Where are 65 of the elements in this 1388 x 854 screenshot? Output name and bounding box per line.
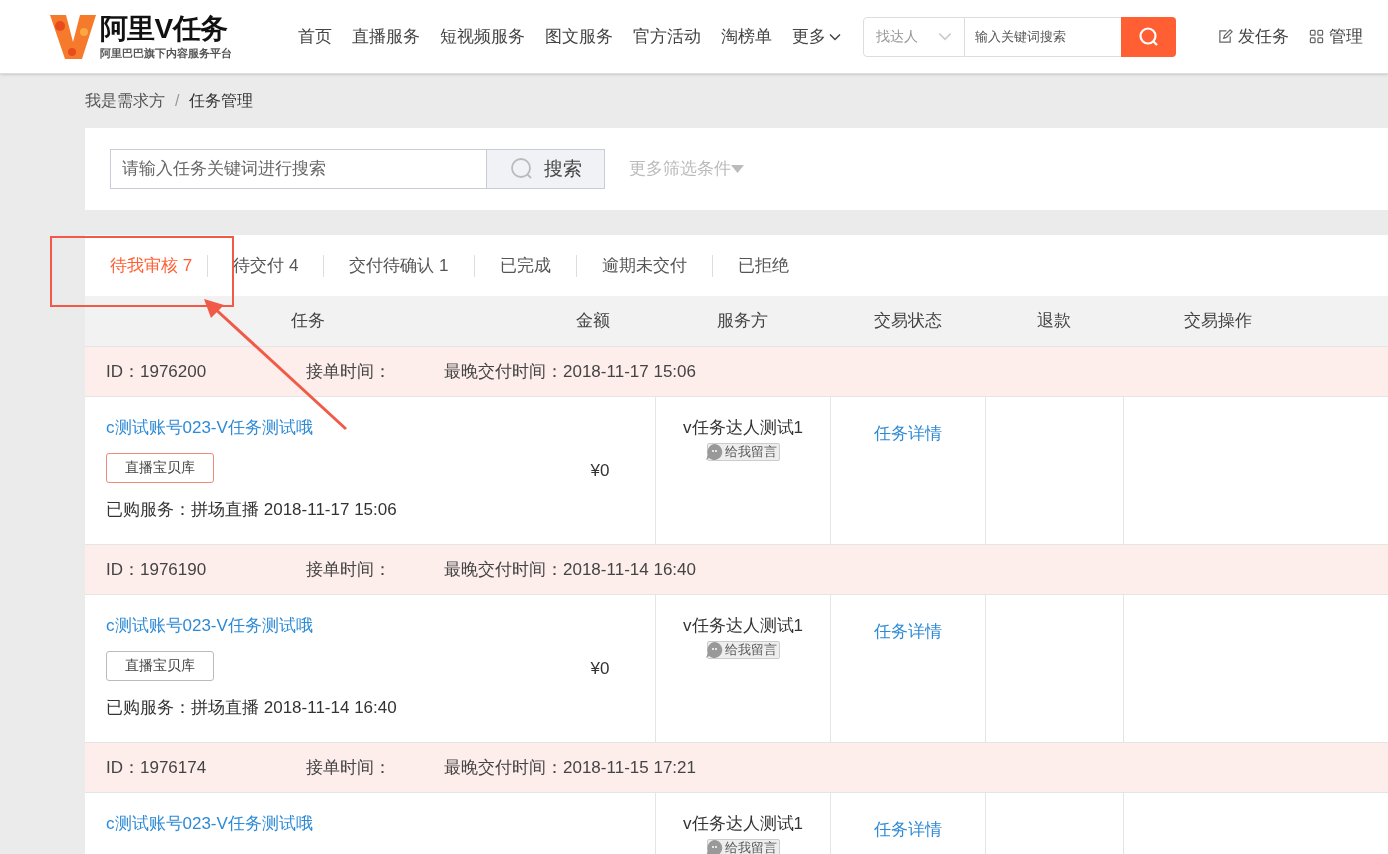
order-id: ID：1976200	[106, 360, 208, 383]
column-header: 任务	[289, 310, 326, 333]
accept-time: 接单时间：	[306, 756, 392, 779]
leave-message-button[interactable]: 给我留言	[706, 442, 780, 461]
chat-bubble-icon	[704, 640, 725, 659]
provider-name: v任务达人测试1	[683, 813, 803, 835]
amount: ¥0	[590, 459, 610, 482]
column-header: 交易状态	[872, 310, 943, 333]
logo-title: 阿里V任务	[100, 12, 229, 45]
search-button[interactable]	[1121, 16, 1176, 57]
provider-name: v任务达人测试1	[683, 615, 803, 637]
breadcrumb-link[interactable]: 我是需求方	[85, 89, 165, 113]
nav-link[interactable]: 首页	[298, 23, 332, 50]
breadcrumb-separator: /	[175, 91, 180, 111]
leave-message-button[interactable]: 给我留言	[706, 640, 780, 659]
task-details-link[interactable]: 任务详情	[874, 817, 942, 843]
amount: ¥0	[590, 657, 610, 680]
column-header: 服务方	[716, 310, 769, 333]
accept-time: 接单时间：	[306, 558, 392, 581]
nav-link[interactable]: 淘榜单	[721, 23, 772, 50]
task-details-link[interactable]: 任务详情	[874, 421, 942, 447]
status-tab[interactable]: 逾期未交付	[576, 252, 712, 279]
column-header: 退款	[1036, 310, 1072, 333]
keyword-search-field[interactable]: 输入关键词搜索	[965, 16, 1121, 57]
accept-time: 接单时间：	[306, 360, 392, 383]
task-search-button[interactable]: 搜索	[487, 149, 605, 189]
task-search-field[interactable]: 请输入任务关键词进行搜索	[110, 149, 487, 189]
header-action-link[interactable]: 管理	[1309, 23, 1363, 50]
provider-name: v任务达人测试1	[683, 417, 803, 439]
task-title-link[interactable]: c测试账号023-V任务测试哦	[106, 415, 545, 441]
header-action-link[interactable]: 发任务	[1218, 23, 1289, 50]
purchased-service: 已购服务：拼场直播 2018-11-14 16:40	[106, 696, 398, 719]
delivery-deadline: 最晚交付时间：2018-11-14 16:40	[444, 558, 696, 581]
task-details-link[interactable]: 任务详情	[874, 619, 942, 645]
status-tab[interactable]: 已拒绝	[712, 252, 814, 279]
grid-icon	[1309, 29, 1324, 44]
nav-link[interactable]: 短视频服务	[440, 23, 525, 50]
task-title-link[interactable]: c测试账号023-V任务测试哦	[106, 811, 545, 837]
task-title-link[interactable]: c测试账号023-V任务测试哦	[106, 613, 545, 639]
chat-bubble-icon	[704, 442, 725, 461]
service-tag: 直播宝贝库	[106, 452, 214, 483]
purchased-service: 已购服务：拼场直播 2018-11-17 15:06	[106, 498, 398, 521]
delivery-deadline: 最晚交付时间：2018-11-15 17:21	[444, 756, 696, 779]
delivery-deadline: 最晚交付时间：2018-11-17 15:06	[444, 360, 696, 383]
chevron-down-icon	[829, 32, 841, 41]
status-tab[interactable]: 待交付 4	[208, 252, 324, 279]
chevron-down-icon	[938, 32, 952, 41]
leave-message-button[interactable]: 给我留言	[706, 838, 780, 854]
nav-link[interactable]: 直播服务	[352, 23, 420, 50]
search-icon	[509, 157, 534, 181]
triangle-down-icon	[731, 165, 744, 173]
edit-icon	[1218, 29, 1233, 44]
nav-link[interactable]: 图文服务	[545, 23, 613, 50]
status-tab[interactable]: 交付待确认 1	[324, 252, 474, 279]
status-tab[interactable]: 已完成	[474, 252, 576, 279]
logo-subtitle: 阿里巴巴旗下内容服务平台	[100, 45, 232, 61]
nav-link[interactable]: 官方活动	[633, 23, 701, 50]
nav-link[interactable]: 更多	[792, 23, 841, 50]
search-icon	[1137, 25, 1160, 48]
column-header: 金额	[574, 310, 611, 333]
column-header: 交易操作	[1183, 310, 1253, 333]
service-tag: 直播宝贝库	[106, 650, 214, 681]
order-id: ID：1976190	[106, 558, 208, 581]
breadcrumb-link[interactable]: 任务管理	[189, 89, 254, 113]
order-id: ID：1976174	[106, 756, 208, 779]
